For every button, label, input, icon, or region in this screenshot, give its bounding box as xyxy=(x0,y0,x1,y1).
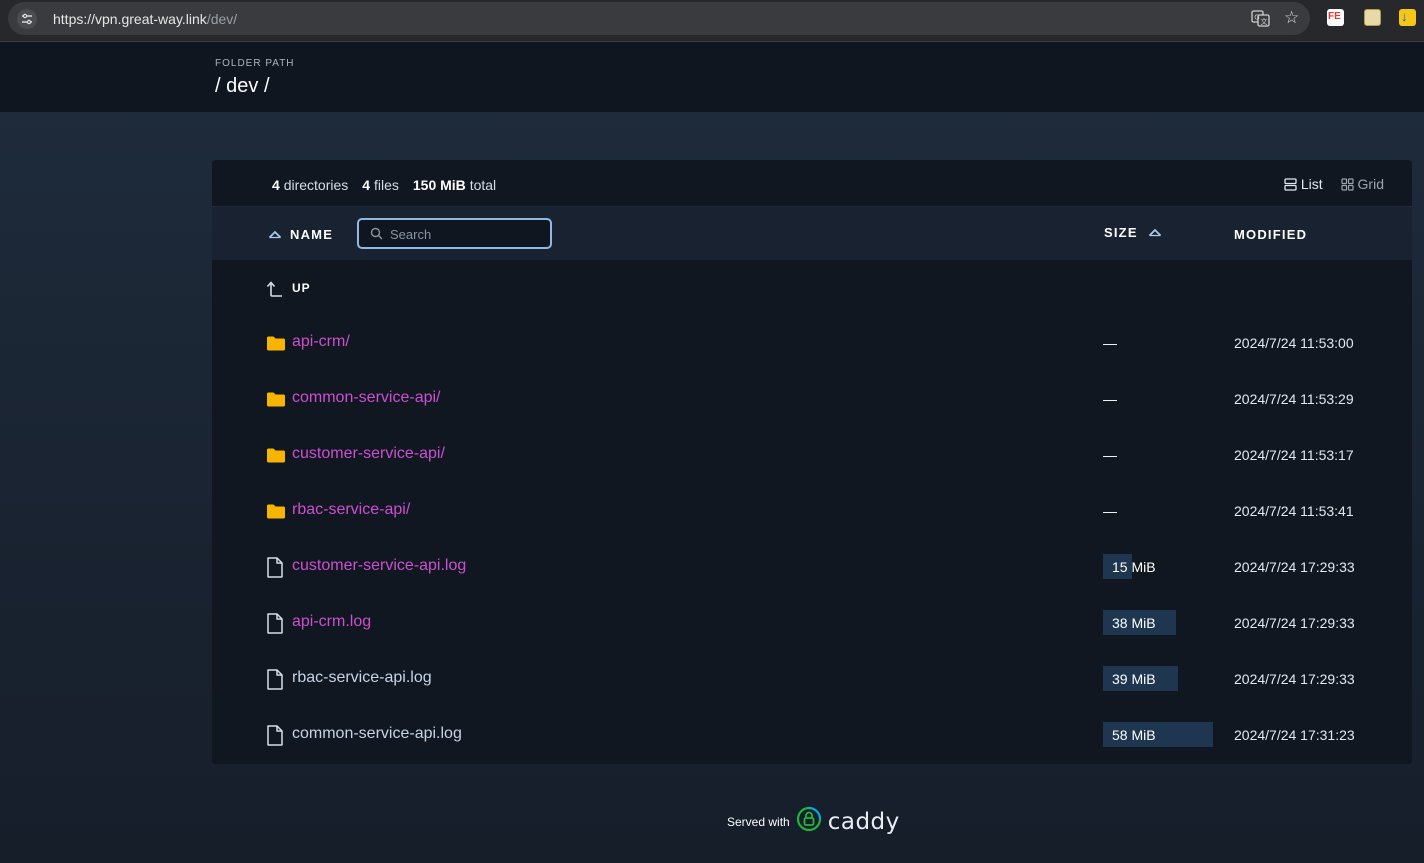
folder-icon xyxy=(266,391,286,412)
size-value: 38 MiB xyxy=(1112,615,1156,631)
grid-icon xyxy=(1340,177,1354,191)
summary-stats: 4 directories 4 files 150 MiB total xyxy=(272,177,496,193)
view-toggle: List Grid xyxy=(1270,176,1384,194)
modified-value: 2024/7/24 17:29:33 xyxy=(1234,615,1355,631)
file-icon xyxy=(266,613,284,639)
size-value: 58 MiB xyxy=(1112,727,1156,743)
listing-panel: 4 directories 4 files 150 MiB total List G… xyxy=(212,160,1412,764)
table-header: NAME SIZE MODIFIED xyxy=(212,207,1412,260)
download-extension-icon[interactable]: ↓ xyxy=(1399,9,1416,26)
folder-link[interactable]: common-service-api/ xyxy=(292,389,440,407)
breadcrumb-dev-link[interactable]: dev xyxy=(226,75,258,97)
url-path: /dev/ xyxy=(206,11,238,27)
caddy-brand[interactable]: caddy xyxy=(828,809,900,835)
image-extension-icon[interactable] xyxy=(1364,9,1381,26)
size-value: — xyxy=(1103,447,1117,463)
grid-view-button[interactable]: Grid xyxy=(1340,176,1384,192)
search-input[interactable] xyxy=(390,225,540,243)
folder-row[interactable]: customer-service-api/ — 2024/7/24 11:53:17 xyxy=(212,428,1412,484)
url-text[interactable]: https://vpn.great-way.link/dev/ xyxy=(53,11,237,27)
modified-value: 2024/7/24 11:53:00 xyxy=(1234,335,1354,351)
browser-toolbar: https://vpn.great-way.link/dev/ G文 ☆ FE … xyxy=(0,0,1424,42)
file-link[interactable]: customer-service-api.log xyxy=(292,557,466,575)
folder-row[interactable]: rbac-service-api/ — 2024/7/24 11:53:41 xyxy=(212,484,1412,540)
size-value: 39 MiB xyxy=(1112,671,1156,687)
total-label: total xyxy=(469,177,497,193)
list-view-label: List xyxy=(1300,176,1323,192)
file-icon xyxy=(266,669,284,695)
star-icon[interactable]: ☆ xyxy=(1284,9,1299,27)
sort-asc-icon xyxy=(268,230,282,239)
folder-row[interactable]: common-service-api/ — 2024/7/24 11:53:29 xyxy=(212,372,1412,428)
modified-column-header[interactable]: MODIFIED xyxy=(1234,227,1307,242)
size-cell: 58 MiB xyxy=(1103,722,1213,747)
up-link[interactable]: UP xyxy=(292,281,311,295)
file-label: files xyxy=(373,177,399,193)
size-cell: 38 MiB xyxy=(1103,610,1176,635)
translate-icon[interactable]: G文 xyxy=(1251,10,1270,32)
folder-link[interactable]: api-crm/ xyxy=(292,333,350,351)
name-column-header[interactable]: NAME xyxy=(268,227,333,242)
breadcrumb-separator: / xyxy=(263,75,270,97)
folder-link[interactable]: customer-service-api/ xyxy=(292,445,445,463)
tune-icon[interactable] xyxy=(17,9,37,29)
size-value: — xyxy=(1103,503,1117,519)
modified-value: 2024/7/24 11:53:29 xyxy=(1234,391,1354,407)
grid-view-label: Grid xyxy=(1357,176,1384,192)
folder-icon xyxy=(266,335,286,356)
folder-path-label: FOLDER PATH xyxy=(215,58,295,69)
address-bar[interactable]: https://vpn.great-way.link/dev/ G文 ☆ xyxy=(8,2,1310,35)
size-cell: 15 MiB xyxy=(1103,554,1156,579)
size-column-header[interactable]: SIZE xyxy=(1104,225,1162,240)
size-cell: 39 MiB xyxy=(1103,666,1178,691)
total-size: 150 MiB xyxy=(412,177,466,193)
file-row[interactable]: api-crm.log 38 MiB 2024/7/24 17:29:33 xyxy=(212,596,1412,652)
size-value: 15 MiB xyxy=(1112,559,1156,575)
list-icon xyxy=(1284,177,1297,191)
breadcrumb: / dev / xyxy=(215,75,270,98)
modified-value: 2024/7/24 17:29:33 xyxy=(1234,671,1355,687)
svg-text:G: G xyxy=(1254,14,1259,22)
modified-value: 2024/7/24 17:29:33 xyxy=(1234,559,1355,575)
folder-icon xyxy=(266,503,286,524)
file-link[interactable]: rbac-service-api.log xyxy=(292,669,432,687)
size-value: — xyxy=(1103,391,1117,407)
search-icon xyxy=(370,227,383,240)
caddy-logo-icon[interactable] xyxy=(796,806,822,837)
fe-extension-icon[interactable]: FE xyxy=(1327,9,1344,26)
page-header: FOLDER PATH / dev / xyxy=(0,42,1424,112)
footer: Served with caddy xyxy=(727,806,900,837)
file-row[interactable]: rbac-service-api.log 39 MiB 2024/7/24 17:2… xyxy=(212,652,1412,708)
file-count: 4 xyxy=(362,177,371,193)
dir-label: directories xyxy=(283,177,349,193)
size-value: — xyxy=(1103,335,1117,351)
modified-value: 2024/7/24 17:31:23 xyxy=(1234,727,1355,743)
list-view-button[interactable]: List xyxy=(1284,176,1323,192)
folder-link[interactable]: rbac-service-api/ xyxy=(292,501,410,519)
svg-text:文: 文 xyxy=(1261,17,1268,26)
size-column-label: SIZE xyxy=(1104,225,1138,240)
served-with-text: Served with xyxy=(727,814,790,829)
arrow-up-icon xyxy=(266,279,284,302)
file-link[interactable]: api-crm.log xyxy=(292,613,371,631)
dir-count: 4 xyxy=(272,177,280,193)
name-column-label: NAME xyxy=(290,227,334,242)
fe-extension-label: FE xyxy=(1328,11,1341,22)
sort-asc-icon xyxy=(1148,228,1161,237)
file-row[interactable]: customer-service-api.log 15 MiB 2024/7/24 … xyxy=(212,540,1412,596)
listing-summary: 4 directories 4 files 150 MiB total List G… xyxy=(212,160,1412,207)
url-host: https://vpn.great-way.link xyxy=(53,11,207,27)
file-link[interactable]: common-service-api.log xyxy=(292,725,462,743)
up-row[interactable]: UP xyxy=(212,260,1412,316)
breadcrumb-root-link[interactable]: / xyxy=(215,75,221,97)
file-icon xyxy=(266,725,284,751)
search-field[interactable] xyxy=(357,218,552,249)
modified-value: 2024/7/24 11:53:41 xyxy=(1234,503,1354,519)
file-row[interactable]: common-service-api.log 58 MiB 2024/7/24 17… xyxy=(212,708,1412,764)
folder-icon xyxy=(266,447,286,468)
file-icon xyxy=(266,557,284,583)
folder-row[interactable]: api-crm/ — 2024/7/24 11:53:00 xyxy=(212,316,1412,372)
modified-value: 2024/7/24 11:53:17 xyxy=(1234,447,1354,463)
